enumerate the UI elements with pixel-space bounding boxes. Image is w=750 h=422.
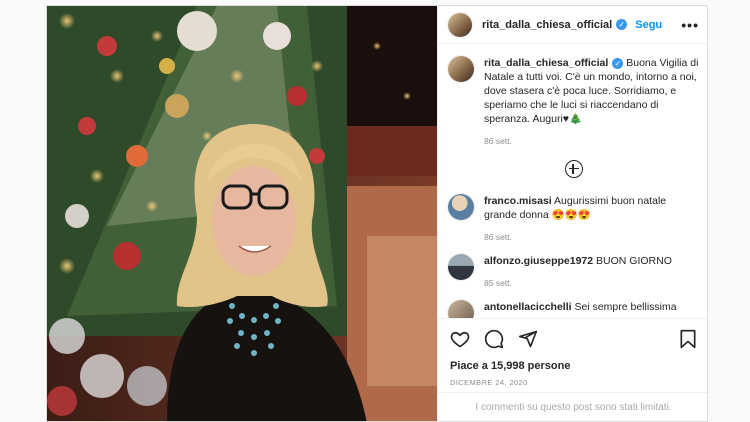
comment-username[interactable]: franco.misasi bbox=[484, 195, 552, 207]
comments-limited-notice: I commenti su questo post sono stati lim… bbox=[438, 392, 707, 421]
comment-item: antonellacicchelli Sei sempre bellissima bbox=[448, 300, 699, 318]
bookmark-icon[interactable] bbox=[679, 329, 697, 349]
commenter-avatar[interactable] bbox=[448, 300, 474, 318]
comment-time[interactable]: 86 sett. bbox=[484, 230, 699, 244]
action-icons-row bbox=[450, 327, 697, 351]
comment-username[interactable]: alfonzo.giuseppe1972 bbox=[484, 255, 593, 267]
comment-item: alfonzo.giuseppe1972 BUON GIORNO 85 sett… bbox=[448, 254, 699, 290]
comment-text: Sei sempre bellissima bbox=[574, 301, 677, 313]
verified-badge-icon: ✓ bbox=[612, 57, 624, 69]
comment-bubble-icon[interactable] bbox=[484, 329, 504, 349]
commenter-avatar[interactable] bbox=[448, 194, 474, 220]
post-date[interactable]: DICEMBRE 24, 2020 bbox=[450, 378, 697, 387]
comment-text: BUON GIORNO bbox=[596, 255, 672, 267]
author-username[interactable]: rita_dalla_chiesa_official bbox=[482, 19, 612, 31]
more-options-icon[interactable]: ••• bbox=[681, 17, 699, 33]
comments-list[interactable]: rita_dalla_chiesa_official ✓ Buona Vigili… bbox=[438, 44, 707, 318]
comment-item: franco.misasi Augurissimi buon natale gr… bbox=[448, 194, 699, 244]
post-header: rita_dalla_chiesa_official ✓ Segui ••• bbox=[438, 6, 707, 44]
paper-plane-icon[interactable] bbox=[518, 329, 538, 349]
load-more-comments-plus-circle-icon[interactable] bbox=[564, 160, 583, 178]
caption-username[interactable]: rita_dalla_chiesa_official bbox=[484, 57, 608, 69]
verified-badge-icon: ✓ bbox=[616, 19, 628, 30]
caption-time[interactable]: 86 sett. bbox=[484, 134, 699, 148]
likes-count[interactable]: Piace a 15,998 persone bbox=[450, 360, 697, 372]
comment-username[interactable]: antonellacicchelli bbox=[484, 301, 572, 313]
post-side-panel: rita_dalla_chiesa_official ✓ Segui ••• r… bbox=[437, 6, 707, 421]
author-avatar[interactable] bbox=[448, 12, 472, 37]
heart-icon[interactable] bbox=[450, 329, 470, 349]
instagram-post-modal: rita_dalla_chiesa_official ✓ Segui ••• r… bbox=[46, 5, 708, 422]
comment-time[interactable]: 85 sett. bbox=[484, 276, 699, 290]
photo-christmas-tree-woman bbox=[47, 6, 437, 421]
commenter-avatar[interactable] bbox=[448, 254, 474, 280]
post-photo[interactable] bbox=[47, 6, 437, 421]
follow-button[interactable]: Segui bbox=[635, 19, 663, 31]
caption: rita_dalla_chiesa_official ✓ Buona Vigili… bbox=[448, 56, 699, 148]
author-avatar[interactable] bbox=[448, 56, 474, 82]
